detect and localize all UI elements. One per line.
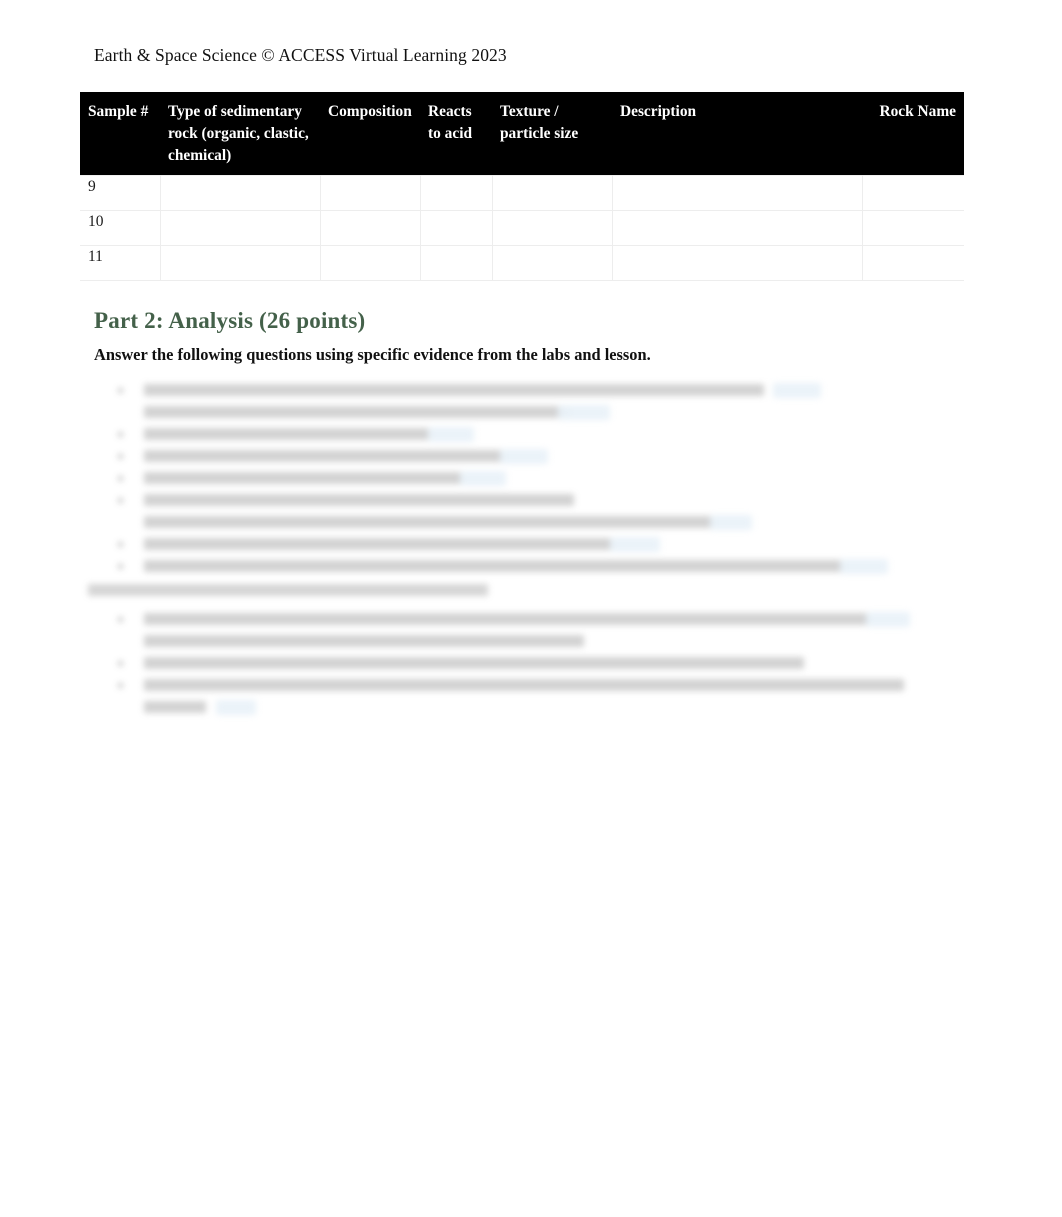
answer-blank[interactable]	[710, 515, 752, 530]
sedimentary-rock-table: Sample # Type of sedimentary rock (organ…	[80, 92, 964, 281]
answer-blank[interactable]	[216, 700, 256, 715]
bullet-icon	[118, 388, 123, 393]
cell-texture[interactable]	[491, 209, 613, 246]
column-header-description: Description	[612, 92, 862, 176]
redacted-text	[144, 450, 504, 462]
cell-texture[interactable]	[491, 174, 613, 211]
list-item	[118, 557, 918, 579]
redacted-text	[144, 494, 574, 506]
cell-composition[interactable]	[319, 174, 421, 211]
cell-sample: 11	[80, 244, 161, 281]
list-item	[118, 535, 918, 557]
redacted-text	[144, 701, 206, 713]
answer-blank[interactable]	[610, 537, 660, 552]
cell-rock-name[interactable]	[861, 174, 964, 211]
redacted-text	[144, 516, 714, 528]
redacted-text	[144, 406, 569, 418]
table-row: 9	[80, 174, 964, 211]
column-header-texture: Texture / particle size	[492, 92, 612, 176]
table-header-row: Sample # Type of sedimentary rock (organ…	[80, 92, 964, 176]
cell-composition[interactable]	[319, 244, 421, 281]
bullet-icon	[118, 564, 123, 569]
cell-type[interactable]	[159, 209, 321, 246]
list-item	[118, 654, 918, 676]
bullet-icon	[118, 542, 123, 547]
table-row: 11	[80, 244, 964, 281]
cell-description[interactable]	[611, 244, 863, 281]
list-item	[118, 676, 918, 698]
redacted-text	[144, 538, 612, 550]
redacted-text	[88, 584, 488, 596]
redacted-text	[144, 472, 462, 484]
table-body: 9 10 11	[80, 174, 964, 281]
answer-blank[interactable]	[773, 383, 821, 398]
answer-blank[interactable]	[558, 405, 610, 420]
bullet-icon	[118, 617, 123, 622]
list-item-continuation	[118, 403, 918, 425]
list-item-continuation	[118, 513, 918, 535]
answer-blank[interactable]	[840, 559, 888, 574]
analysis-question-list-secondary	[118, 610, 918, 720]
column-header-reacts-to-acid: Reacts to acid	[420, 92, 492, 176]
cell-rock-name[interactable]	[861, 244, 964, 281]
list-item	[118, 469, 918, 491]
lead-in-text	[88, 581, 508, 603]
cell-sample: 10	[80, 209, 161, 246]
worksheet-page: Earth & Space Science © ACCESS Virtual L…	[0, 0, 1062, 1217]
part2-instruction: Answer the following questions using spe…	[94, 345, 651, 364]
table-header: Sample # Type of sedimentary rock (organ…	[80, 92, 964, 176]
document-running-header: Earth & Space Science © ACCESS Virtual L…	[94, 45, 507, 65]
list-item-continuation	[118, 632, 918, 654]
cell-reacts-to-acid[interactable]	[419, 209, 493, 246]
answer-blank[interactable]	[500, 449, 548, 464]
bullet-icon	[118, 661, 123, 666]
cell-description[interactable]	[611, 174, 863, 211]
list-item	[118, 425, 918, 447]
answer-blank[interactable]	[428, 427, 474, 442]
cell-reacts-to-acid[interactable]	[419, 174, 493, 211]
bullet-icon	[118, 498, 123, 503]
cell-reacts-to-acid[interactable]	[419, 244, 493, 281]
part2-heading: Part 2: Analysis (26 points)	[94, 308, 366, 333]
table-row: 10	[80, 209, 964, 246]
redacted-text	[144, 613, 869, 625]
redacted-text	[144, 560, 844, 572]
cell-sample: 9	[80, 174, 161, 211]
analysis-question-list-primary	[118, 381, 918, 579]
redacted-text	[144, 657, 804, 669]
list-item	[118, 610, 918, 632]
list-item-continuation	[118, 698, 918, 720]
answer-blank[interactable]	[460, 471, 506, 486]
column-header-sample: Sample #	[80, 92, 160, 176]
cell-description[interactable]	[611, 209, 863, 246]
redacted-text	[144, 428, 429, 440]
redacted-text	[144, 635, 584, 647]
list-item	[118, 381, 918, 403]
column-header-rock-name: Rock Name	[862, 92, 964, 176]
list-item	[118, 447, 918, 469]
column-header-composition: Composition	[320, 92, 420, 176]
analysis-secondary-lead-in	[88, 581, 508, 603]
cell-type[interactable]	[159, 244, 321, 281]
cell-texture[interactable]	[491, 244, 613, 281]
bullet-icon	[118, 683, 123, 688]
redacted-text	[144, 384, 764, 396]
cell-type[interactable]	[159, 174, 321, 211]
redacted-text	[144, 679, 904, 691]
list-item	[118, 491, 918, 513]
column-header-type: Type of sedimentary rock (organic, clast…	[160, 92, 320, 176]
answer-blank[interactable]	[866, 612, 910, 627]
cell-composition[interactable]	[319, 209, 421, 246]
bullet-icon	[118, 432, 123, 437]
cell-rock-name[interactable]	[861, 209, 964, 246]
bullet-icon	[118, 476, 123, 481]
bullet-icon	[118, 454, 123, 459]
